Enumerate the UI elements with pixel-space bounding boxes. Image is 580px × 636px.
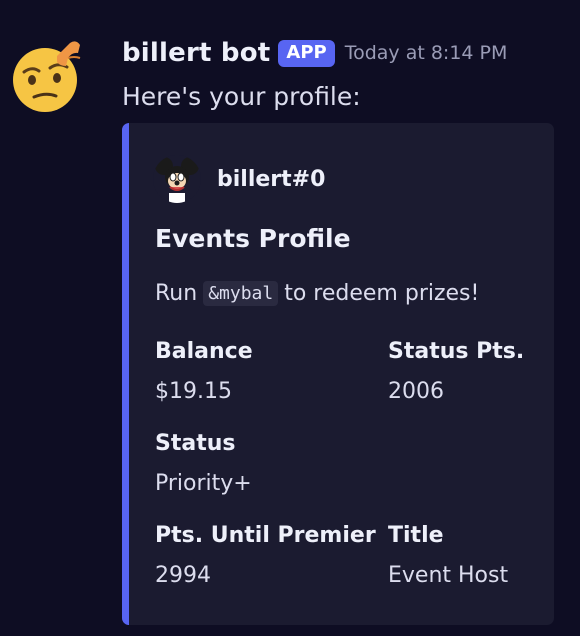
field-name: Title (388, 523, 444, 548)
field-status: Status Priority+ (155, 429, 252, 499)
embed-title: Events Profile (155, 224, 351, 253)
field-name: Pts. Until Premier (155, 523, 376, 548)
field-value: Priority+ (155, 471, 252, 496)
message-timestamp[interactable]: Today at 8:14 PM (345, 42, 508, 64)
cartoon-mouse-icon (153, 155, 201, 203)
field-balance: Balance $19.15 (155, 337, 253, 407)
field-name: Status Pts. (388, 339, 525, 364)
thinking-face-icon (13, 41, 81, 112)
field-value: Event Host (388, 563, 509, 588)
embed-author: billert#0 (153, 155, 325, 203)
field-name: Status (155, 431, 236, 456)
author-name[interactable]: billert#0 (217, 167, 325, 192)
profile-embed: billert#0 Events Profile Run &mybal to r… (122, 123, 554, 625)
bot-username[interactable]: billert bot (122, 38, 270, 68)
field-title: Title Event Host (388, 521, 508, 591)
field-value: 2006 (388, 379, 444, 404)
description-suffix: to redeem prizes! (284, 281, 480, 306)
field-status-pts: Status Pts. 2006 (388, 337, 524, 407)
bot-avatar[interactable] (10, 40, 84, 114)
field-value: $19.15 (155, 379, 232, 404)
field-name: Balance (155, 339, 253, 364)
description-prefix: Run (155, 281, 198, 306)
command-code: &mybal (203, 281, 279, 306)
author-avatar[interactable] (153, 155, 201, 203)
embed-description: Run &mybal to redeem prizes! (155, 281, 479, 306)
message-text: Here's your profile: (122, 82, 361, 111)
field-value: 2994 (155, 563, 211, 588)
field-pts-until-premier: Pts. Until Premier 2994 (155, 521, 376, 591)
embed-accent-bar (122, 123, 129, 625)
message-header: billert bot APP Today at 8:14 PM (122, 36, 507, 70)
app-badge: APP (278, 39, 335, 67)
